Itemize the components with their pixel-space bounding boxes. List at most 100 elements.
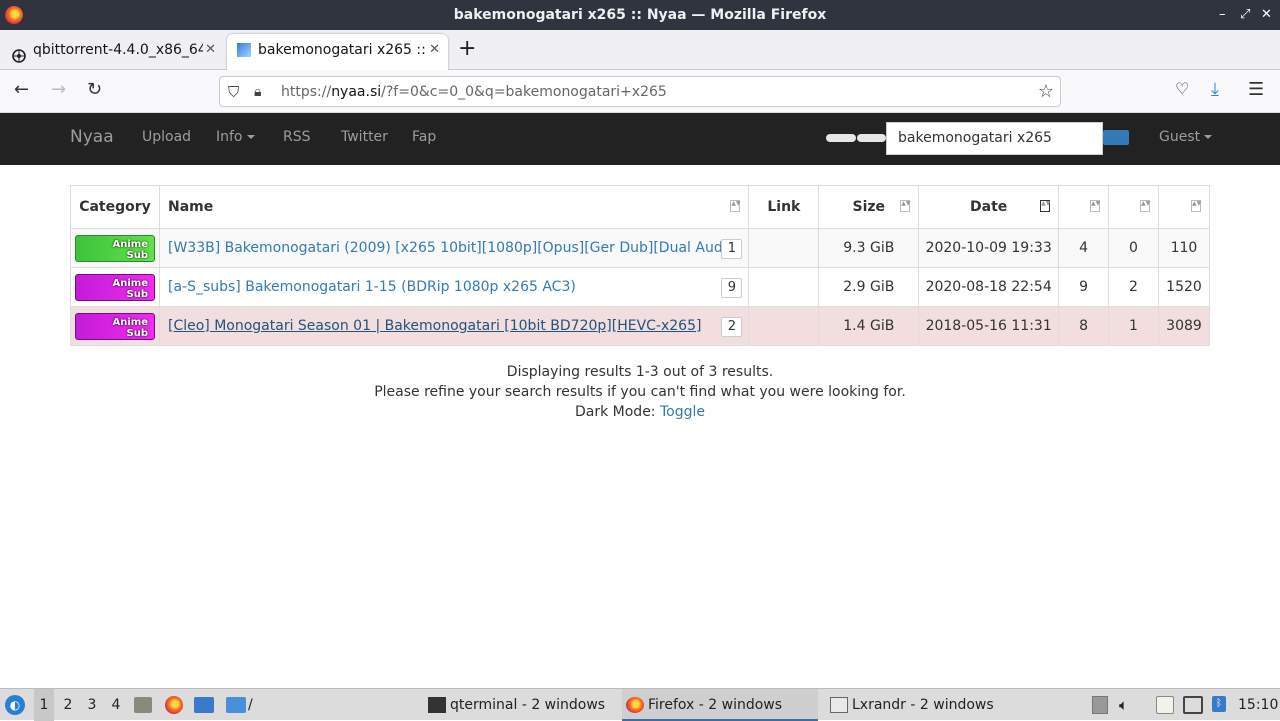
close-tab-icon[interactable]: ✕ bbox=[205, 34, 216, 66]
downloads-icon[interactable]: ⤓ bbox=[1211, 79, 1219, 100]
search-button[interactable] bbox=[1103, 130, 1129, 145]
sort-icon[interactable]: ▲▼ bbox=[730, 200, 741, 212]
window-title: bakemonogatari x265 :: Nyaa — Mozilla Fi… bbox=[453, 7, 827, 23]
site-brand[interactable]: Nyaa bbox=[70, 127, 114, 147]
category-cell: Anime Sub bbox=[70, 267, 160, 307]
torrent-link[interactable]: [a-S_subs] Bakemonogatari 1-15 (BDRip 10… bbox=[168, 279, 576, 295]
pocket-icon[interactable]: ♡ bbox=[1175, 79, 1189, 98]
bookmark-star-icon[interactable]: ☆ bbox=[1038, 77, 1054, 107]
network-icon[interactable] bbox=[1183, 696, 1203, 714]
sort-icon[interactable]: ▲▼ bbox=[1191, 200, 1201, 212]
task-firefox[interactable]: Firefox - 2 windows bbox=[622, 689, 818, 721]
nav-upload[interactable]: Upload bbox=[142, 129, 191, 145]
name-cell: [W33B] Bakemonogatari (2009) [x265 10bit… bbox=[158, 228, 750, 268]
link-cell bbox=[748, 267, 820, 307]
firefox-icon bbox=[626, 697, 644, 713]
size-cell: 2.9 GiB bbox=[818, 267, 920, 307]
name-cell: [a-S_subs] Bakemonogatari 1-15 (BDRip 10… bbox=[158, 267, 750, 307]
lock-icon[interactable]: 🔒︎ bbox=[254, 77, 261, 107]
comments-count[interactable]: 9 bbox=[721, 278, 743, 298]
close-window-button[interactable]: ✕ bbox=[1261, 0, 1272, 30]
caret-down-icon bbox=[1204, 135, 1213, 139]
sort-icon[interactable]: ▲▼ bbox=[1040, 200, 1050, 212]
clock[interactable]: 15:10 bbox=[1238, 689, 1278, 721]
sort-icon[interactable]: ▲▼ bbox=[1090, 200, 1100, 212]
torrent-link[interactable]: [Cleo] Monogatari Season 01 | Bakemonoga… bbox=[168, 318, 701, 334]
leechers-cell: 0 bbox=[1108, 228, 1159, 268]
date-cell: 2020-08-18 22:54 bbox=[918, 267, 1060, 307]
category-cell: Anime Sub bbox=[70, 228, 160, 268]
header-date[interactable]: Date ▲▼ bbox=[918, 185, 1060, 229]
nav-rss[interactable]: RSS bbox=[283, 129, 311, 145]
url-bar[interactable]: ⛉ 🔒︎ https://nyaa.si/?f=0&c=0_0&q=bakemo… bbox=[219, 76, 1061, 107]
header-category[interactable]: Category bbox=[70, 185, 160, 229]
start-menu-icon[interactable]: ◐ bbox=[5, 695, 25, 715]
clipboard-icon[interactable] bbox=[1156, 696, 1174, 714]
nav-user-menu[interactable]: Guest bbox=[1159, 129, 1213, 145]
dark-mode-toggle[interactable]: Toggle bbox=[660, 404, 705, 420]
show-desktop-icon[interactable] bbox=[194, 697, 214, 713]
nyaa-favicon-icon bbox=[237, 43, 251, 57]
tab-strip: qbittorrent-4.4.0_x86_64 ✕ bakemonogatar… bbox=[0, 30, 1280, 70]
category-select[interactable] bbox=[857, 134, 886, 142]
leechers-cell: 1 bbox=[1108, 306, 1159, 346]
downloads-cell: 110 bbox=[1157, 228, 1211, 268]
firefox-launcher-icon[interactable] bbox=[165, 696, 183, 714]
back-button[interactable]: ← bbox=[14, 79, 29, 100]
header-seeders[interactable]: ▲▼ bbox=[1058, 185, 1110, 229]
refine-hint: Please refine your search results if you… bbox=[374, 384, 906, 400]
sort-icon[interactable]: ▲▼ bbox=[900, 200, 910, 212]
display-icon bbox=[830, 697, 848, 713]
nav-fap[interactable]: Fap bbox=[412, 129, 436, 145]
task-qterminal[interactable]: qterminal - 2 windows bbox=[424, 689, 614, 721]
comments-count[interactable]: 2 bbox=[721, 317, 743, 337]
desktop-1[interactable]: 1 bbox=[34, 689, 54, 721]
category-badge[interactable]: Anime Sub bbox=[74, 312, 155, 340]
qbittorrent-favicon-icon bbox=[12, 43, 26, 63]
comments-count[interactable]: 1 bbox=[721, 239, 743, 259]
sort-icon[interactable]: ▲▼ bbox=[1139, 200, 1150, 212]
name-cell: [Cleo] Monogatari Season 01 | Bakemonoga… bbox=[158, 306, 750, 346]
task-lxrandr[interactable]: Lxrandr - 2 windows bbox=[826, 689, 1026, 721]
results-summary: Displaying results 1-3 out of 3 results. bbox=[506, 364, 774, 380]
header-size[interactable]: Size ▲▼ bbox=[818, 185, 920, 229]
category-badge[interactable]: Anime Sub bbox=[74, 273, 155, 301]
tracking-protection-icon[interactable]: ⛉ bbox=[228, 77, 239, 107]
folder-icon[interactable] bbox=[226, 697, 246, 713]
seeders-cell: 9 bbox=[1058, 267, 1110, 307]
date-cell: 2018-05-16 11:31 bbox=[918, 306, 1060, 346]
nav-info[interactable]: Info bbox=[216, 129, 255, 145]
tray-updates-icon[interactable] bbox=[1092, 696, 1108, 714]
table-row: Anime Sub [W33B] Bakemonogatari (2009) [x… bbox=[70, 228, 1211, 268]
search-input[interactable]: bakemonogatari x265 bbox=[886, 122, 1103, 155]
downloads-cell: 1520 bbox=[1157, 267, 1211, 307]
forward-button[interactable]: → bbox=[51, 79, 66, 100]
results-table: Category Name ▲▼ Link Size ▲▼ Date ▲▼ ▲▼ ▲▼… bbox=[70, 185, 1211, 346]
new-tab-button[interactable]: + bbox=[458, 36, 476, 61]
folder-path-label[interactable]: / bbox=[248, 689, 253, 721]
file-manager-icon[interactable] bbox=[134, 697, 152, 713]
torrent-link[interactable]: [W33B] Bakemonogatari (2009) [x265 10bit… bbox=[168, 240, 741, 256]
header-name[interactable]: Name ▲▼ bbox=[158, 185, 750, 229]
table-row: Anime Sub [a-S_subs] Bakemonogatari 1-15 … bbox=[70, 267, 1211, 307]
minimize-button[interactable]: – bbox=[1219, 0, 1226, 30]
desktop-3[interactable]: 3 bbox=[82, 689, 102, 721]
filter-select[interactable] bbox=[826, 134, 856, 142]
header-downloads[interactable]: ▲▼ bbox=[1157, 185, 1211, 229]
bluetooth-icon[interactable]: ᛒ bbox=[1212, 696, 1226, 712]
category-badge[interactable]: Anime Sub bbox=[74, 234, 155, 262]
desktop-4[interactable]: 4 bbox=[106, 689, 126, 721]
desktop-2[interactable]: 2 bbox=[58, 689, 78, 721]
close-tab-icon[interactable]: ✕ bbox=[429, 34, 440, 66]
navigation-toolbar: ← → ↻ ⛉ 🔒︎ https://nyaa.si/?f=0&c=0_0&q=… bbox=[0, 70, 1280, 113]
tab-nyaa[interactable]: bakemonogatari x265 :: Nyaa ✕ bbox=[227, 34, 448, 70]
table-row: Anime Sub [Cleo] Monogatari Season 01 | B… bbox=[70, 306, 1211, 346]
nav-twitter[interactable]: Twitter bbox=[341, 129, 388, 145]
maximize-button[interactable]: ⤢ bbox=[1240, 0, 1250, 30]
header-leechers[interactable]: ▲▼ bbox=[1108, 185, 1159, 229]
menu-icon[interactable]: ☰ bbox=[1248, 79, 1264, 100]
tab-qbittorrent[interactable]: qbittorrent-4.4.0_x86_64 ✕ bbox=[2, 34, 224, 70]
volume-icon[interactable]: 🔈︎ bbox=[1119, 689, 1128, 721]
tab-label: bakemonogatari x265 :: Nyaa bbox=[258, 42, 428, 58]
reload-button[interactable]: ↻ bbox=[87, 79, 102, 100]
